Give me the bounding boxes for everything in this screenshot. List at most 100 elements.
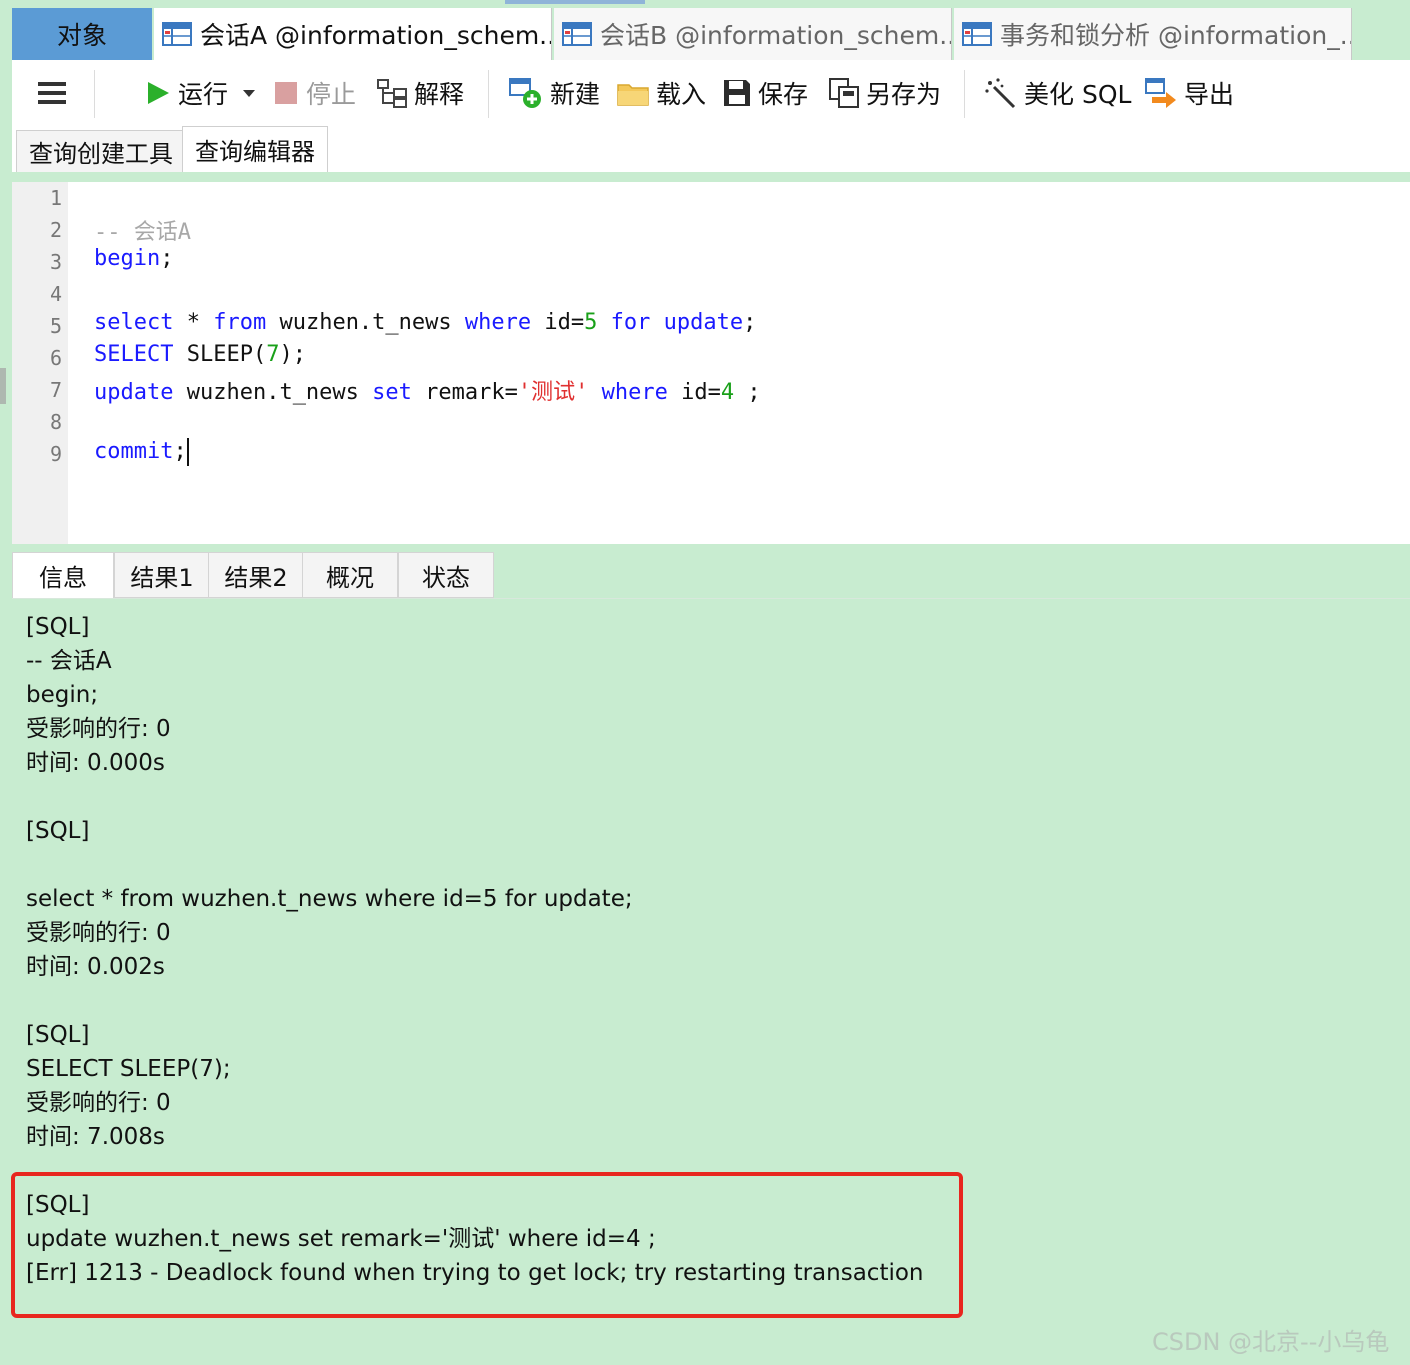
query-table-icon [162,22,192,46]
magic-wand-icon [985,78,1016,109]
tab-session-a-label: 会话A @information_schem... [200,21,552,50]
save-button-label: 保存 [758,80,809,109]
code-line-6: SELECT SLEEP(7); [94,342,306,367]
editor-mode-tabs: 查询创建工具 查询编辑器 [12,126,1410,176]
save-as-icon [829,78,859,108]
splitter-handle[interactable] [0,368,6,404]
sql-text: wuzhen.t_news [173,380,373,405]
text-caret [186,438,189,466]
export-icon [1145,78,1176,108]
beautify-sql-button[interactable]: 美化 SQL [984,74,1131,112]
line-number: 9 [49,442,62,466]
save-disk-icon [724,80,750,106]
save-button[interactable]: 保存 [722,74,808,112]
tab-result-2[interactable]: 结果2 [208,552,304,598]
tab-session-a[interactable]: 会话A @information_schem... [154,8,552,60]
tab-strip-indicator [505,0,645,4]
toolbar-separator [488,70,489,118]
folder-icon [617,84,649,106]
load-button-label: 载入 [656,80,707,109]
beautify-sql-button-label: 美化 SQL [1024,80,1132,109]
line-number: 8 [49,410,62,434]
new-button-label: 新建 [550,80,601,109]
sql-text: id= [667,380,721,405]
sql-keyword: SELECT [94,342,174,367]
line-number-gutter: 1 2 3 4 5 6 7 8 9 [12,182,68,544]
tab-profile[interactable]: 概况 [302,552,398,598]
sql-keyword: update [94,380,174,405]
tab-objects[interactable]: 对象 [12,8,152,60]
sql-text: ; [734,380,761,405]
sql-keyword: update [663,310,744,335]
run-button[interactable]: 运行 [144,74,266,112]
sql-editor[interactable]: 1 2 3 4 5 6 7 8 9 -- 会话A begin; select *… [12,182,1410,544]
query-table-icon [562,22,592,46]
sql-keyword: where [464,310,532,335]
stop-button[interactable]: 停止 [272,74,356,112]
dropdown-arrow-icon[interactable] [238,83,260,103]
sql-text: ); [279,342,306,367]
result-tabs-divider [12,598,1410,599]
sql-text: * [173,310,214,335]
tab-session-b[interactable]: 会话B @information_schem... [554,8,952,60]
line-number: 3 [49,250,62,274]
sql-text: remark= [411,380,518,405]
query-table-icon [962,22,992,46]
explain-button[interactable]: 解释 [376,74,464,112]
hamburger-menu-icon [38,82,66,104]
sql-keyword: begin [94,246,161,271]
sql-text: id= [531,310,585,335]
line-number: 4 [49,282,62,306]
explain-button-label: 解释 [414,80,465,109]
toolbar-separator [94,70,95,118]
tab-status[interactable]: 状态 [398,552,494,598]
save-as-button-label: 另存为 [866,80,942,109]
sql-keyword: select [94,310,174,335]
code-line-7: update wuzhen.t_news set remark='测试' whe… [94,374,761,406]
line-number: 7 [49,378,62,402]
new-query-icon [509,78,541,108]
tab-result-1[interactable]: 结果1 [114,552,210,598]
code-line-9: commit; [94,438,189,466]
export-button-label: 导出 [1184,80,1235,109]
menu-button[interactable] [36,74,74,112]
code-line-2: -- 会话A [94,214,191,246]
code-line-3: begin; [94,246,174,271]
watermark: CSDN @北京--小乌龟 [1152,1328,1390,1356]
sql-keyword: commit [94,439,174,464]
sql-text: ; [173,439,187,464]
toolbar-separator [964,70,965,118]
sql-keyword: for [610,310,651,335]
sql-keyword: where [601,380,668,405]
sql-text: SLEEP( [173,342,267,367]
sql-keyword: set [372,380,412,405]
stop-button-label: 停止 [306,80,357,109]
deadlock-error-highlight [11,1172,963,1318]
tab-query-builder[interactable]: 查询创建工具 [16,130,186,172]
toolbar: 运行 停止 解释 新建 载入 保存 另存为 美化 SQL 导出 [12,60,1410,126]
sql-string: '测试' [517,380,589,405]
line-number: 1 [49,186,62,210]
sql-number: 7 [266,342,280,367]
sql-number: 4 [720,380,735,405]
sql-keyword: from [213,310,267,335]
object-tab-strip: 对象 会话A @information_schem... 会话B @inform… [0,0,1410,60]
line-number: 2 [49,218,62,242]
sql-comment: -- 会话A [94,220,191,245]
line-number: 6 [49,346,62,370]
save-as-button[interactable]: 另存为 [828,74,941,112]
code-line-5: select * from wuzhen.t_news where id=5 f… [94,310,757,335]
tab-lock-analysis[interactable]: 事务和锁分析 @information_... [954,8,1352,60]
play-icon [148,82,169,104]
editor-top-border [12,172,1410,182]
tab-info[interactable]: 信息 [12,552,114,598]
sql-number: 5 [584,310,598,335]
new-button[interactable]: 新建 [508,74,600,112]
tab-lock-analysis-label: 事务和锁分析 @information_... [1000,21,1352,50]
load-button[interactable]: 载入 [616,74,706,112]
export-button[interactable]: 导出 [1144,74,1234,112]
run-button-label: 运行 [178,80,229,109]
tab-query-editor[interactable]: 查询编辑器 [182,126,328,172]
explain-icon [377,79,407,108]
line-number: 5 [49,314,62,338]
